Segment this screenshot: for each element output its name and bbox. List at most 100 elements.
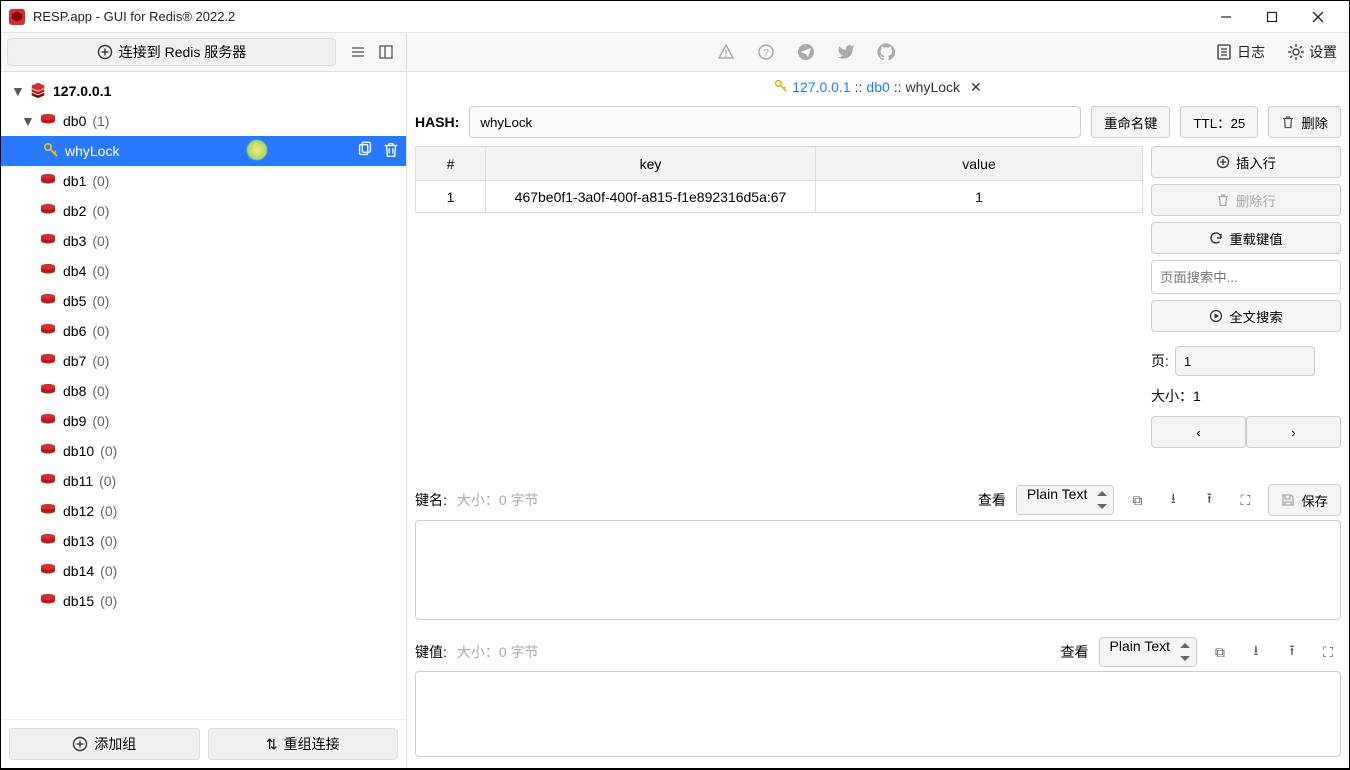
tab-db[interactable]: db0 [866,79,889,95]
connection-name: 127.0.0.1 [53,83,111,99]
database-icon [39,263,57,280]
log-label: 日志 [1237,42,1265,62]
page-search-input[interactable] [1151,260,1341,294]
db-count: (0) [100,503,117,519]
page-label: 页: [1151,351,1169,371]
settings-label: 设置 [1309,42,1337,62]
col-key[interactable]: key [486,147,816,181]
db-count: (0) [100,533,117,549]
twitter-icon[interactable] [837,43,855,61]
db-name: db2 [63,203,86,219]
connect-button[interactable]: 连接到 Redis 服务器 [7,38,336,66]
ttl-button[interactable]: TTL：25 [1180,106,1258,138]
db-name: db0 [63,113,86,129]
warning-icon[interactable] [717,43,735,61]
cell-idx: 1 [416,181,486,213]
copy-icon[interactable]: ⧉ [1124,487,1150,513]
db0-row[interactable]: ▼ db0 (1) [1,106,406,136]
maximize-button[interactable] [1249,1,1295,33]
export-icon[interactable]: ⭳ [1243,639,1269,665]
db-row[interactable]: db5 (0) [1,286,406,316]
keyname-editor[interactable] [415,520,1341,620]
keyname-label: 键名: [415,490,447,510]
fullscreen-icon[interactable]: ⛶ [1315,639,1341,665]
close-tab-icon[interactable]: ✕ [970,79,982,96]
db-row[interactable]: db10 (0) [1,436,406,466]
log-icon [1215,43,1233,61]
key-row-whylock[interactable]: whyLock [1,136,406,166]
key-name-input[interactable] [469,106,1081,138]
view-label: 查看 [978,490,1006,510]
save-icon [1281,493,1295,507]
key-icon [43,142,59,161]
db-row[interactable]: db6 (0) [1,316,406,346]
db-count: (0) [100,563,117,579]
settings-button[interactable]: 设置 [1287,42,1337,62]
add-group-button[interactable]: 添加组 [9,728,200,760]
db-row[interactable]: db9 (0) [1,406,406,436]
keyvalue-label: 键值: [415,642,447,662]
export-icon[interactable]: ⭳ [1160,487,1186,513]
copy-icon[interactable]: ⧉ [1207,639,1233,665]
minimize-button[interactable] [1203,1,1249,33]
db-name: db9 [63,413,86,429]
trash-icon[interactable] [382,141,400,162]
delete-key-button[interactable]: 删除 [1268,106,1341,138]
key-name: whyLock [65,143,119,159]
keyvalue-size: 大小：0 字节 [457,642,539,662]
db-row[interactable]: db2 (0) [1,196,406,226]
reload-button[interactable]: 重载键值 [1151,222,1341,254]
db-row[interactable]: db15 (0) [1,586,406,616]
db-row[interactable]: db8 (0) [1,376,406,406]
db-name: db8 [63,383,86,399]
key-icon [774,79,788,96]
page-input[interactable] [1175,346,1315,376]
db-row[interactable]: db14 (0) [1,556,406,586]
table-row[interactable]: 1467be0f1-3a0f-400f-a815-f1e892316d5a:67… [416,181,1143,213]
db-count: (0) [92,293,109,309]
fullscreen-icon[interactable]: ⛶ [1232,487,1258,513]
db-row[interactable]: db13 (0) [1,526,406,556]
col-index[interactable]: # [416,147,486,181]
col-value[interactable]: value [816,147,1143,181]
db-row[interactable]: db3 (0) [1,226,406,256]
database-icon [39,203,57,220]
db-row[interactable]: db12 (0) [1,496,406,526]
delete-row-button[interactable]: 删除行 [1151,184,1341,216]
format-select[interactable]: Plain Text [1016,485,1114,515]
import-icon[interactable]: ⭱ [1196,487,1222,513]
db-count: (1) [92,113,109,129]
database-icon [39,173,57,190]
rename-button[interactable]: 重命名键 [1091,106,1170,138]
plus-circle-icon [72,736,88,752]
github-icon[interactable] [877,43,895,61]
log-button[interactable]: 日志 [1215,42,1265,62]
fulltext-search-button[interactable]: 全文搜索 [1151,300,1341,332]
tab-conn[interactable]: 127.0.0.1 [792,79,850,95]
trash-icon [1281,115,1295,129]
keyvalue-editor[interactable] [415,671,1341,757]
size-label: 大小：1 [1151,386,1341,406]
database-icon [39,593,57,610]
prev-page-button[interactable]: ‹ [1151,416,1246,448]
next-page-button[interactable]: › [1246,416,1341,448]
database-icon [39,383,57,400]
close-button[interactable] [1295,1,1341,33]
gear-icon [1287,43,1305,61]
list-icon[interactable] [344,38,372,66]
db-row[interactable]: db7 (0) [1,346,406,376]
import-icon[interactable]: ⭱ [1279,639,1305,665]
telegram-icon[interactable] [797,43,815,61]
db-row[interactable]: db4 (0) [1,256,406,286]
insert-row-button[interactable]: 插入行 [1151,146,1341,178]
panel-icon[interactable] [372,38,400,66]
cell-key: 467be0f1-3a0f-400f-a815-f1e892316d5a:67 [486,181,816,213]
connection-row[interactable]: ▼ 127.0.0.1 [1,76,406,106]
copy-icon[interactable] [356,141,374,162]
save-button[interactable]: 保存 [1268,484,1341,516]
db-row[interactable]: db1 (0) [1,166,406,196]
format-select[interactable]: Plain Text [1099,637,1197,667]
help-icon[interactable]: ? [757,43,775,61]
db-row[interactable]: db11 (0) [1,466,406,496]
reorder-button[interactable]: ⇅ 重组连接 [208,728,399,760]
